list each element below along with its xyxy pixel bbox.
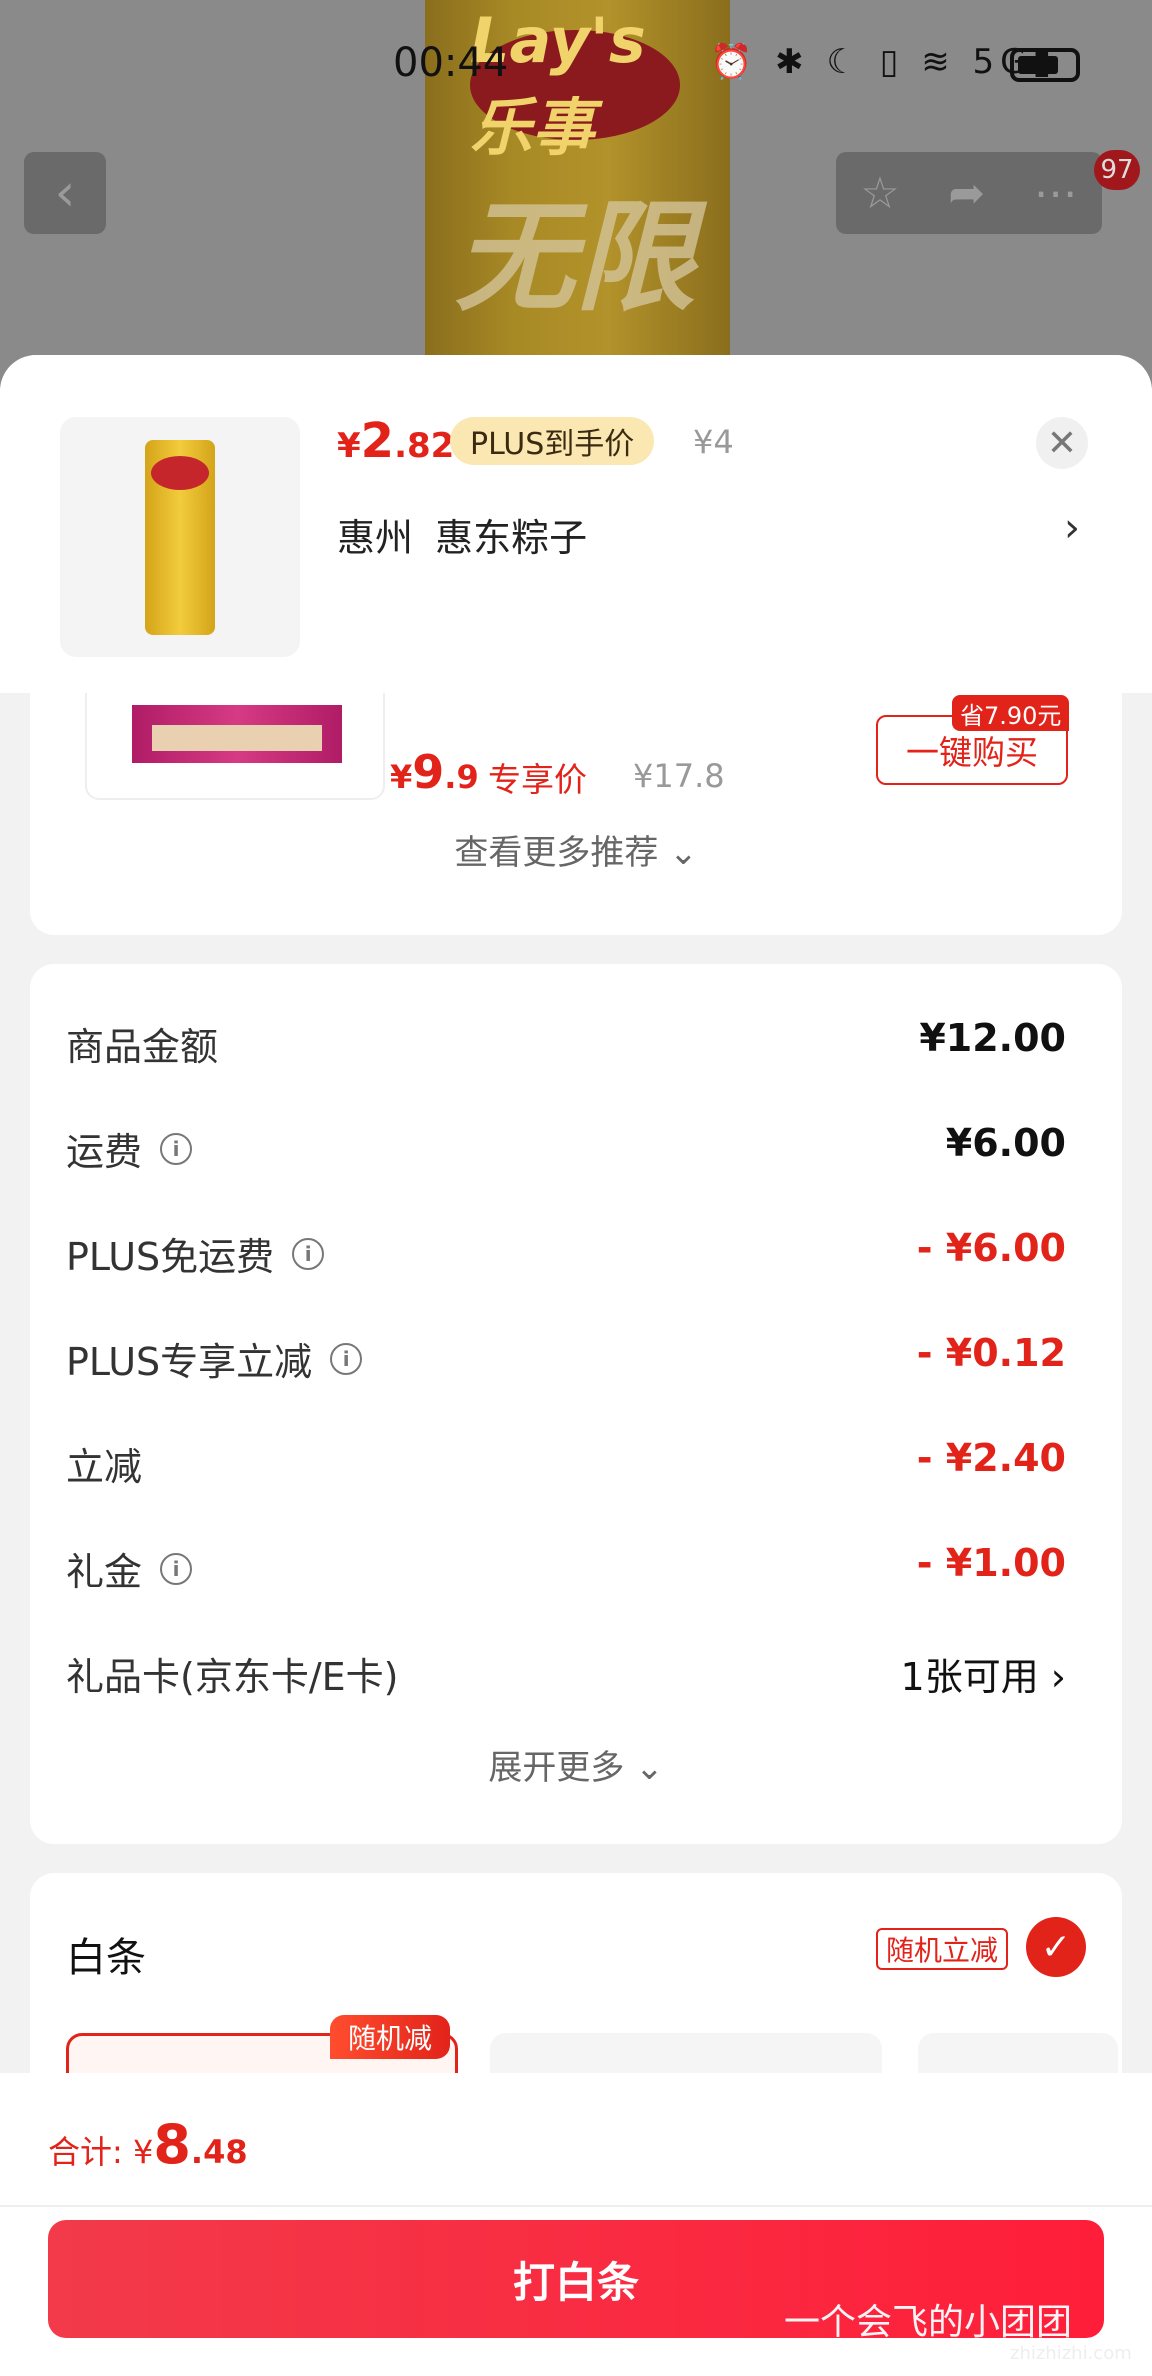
summary-row-gift-card[interactable]: 礼品卡(京东卡/E卡) 1张可用 ›: [66, 1646, 1066, 1706]
recommended-price: ¥9.9: [390, 745, 479, 799]
summary-value: - ¥2.40: [916, 1436, 1066, 1480]
info-icon[interactable]: i: [292, 1237, 325, 1270]
expand-more-label: 展开更多: [488, 1748, 625, 1788]
price-decimal: .82: [394, 426, 455, 466]
chevron-down-icon: ⌄: [635, 1748, 664, 1788]
info-icon[interactable]: i: [160, 1132, 193, 1165]
total-integer: 8: [153, 2113, 191, 2176]
recommended-original-price: ¥17.8: [633, 757, 725, 795]
close-button[interactable]: ✕: [1036, 417, 1088, 469]
summary-label: 立减: [66, 1445, 143, 1489]
price-decimal: .9: [444, 758, 479, 796]
chevron-down-icon: ⌄: [669, 833, 698, 873]
summary-label: PLUS免运费: [66, 1235, 275, 1279]
summary-label: PLUS专享立减: [66, 1340, 313, 1384]
see-more-label: 查看更多推荐: [454, 833, 659, 873]
top-actions[interactable]: ☆ ➦ ⋯: [836, 152, 1102, 234]
currency-symbol: ¥: [132, 2133, 154, 2171]
random-reduce-tag: 随机减: [330, 2015, 451, 2059]
summary-row-plus-free-shipping: PLUS免运费 i - ¥6.00: [66, 1226, 1066, 1286]
more-icon[interactable]: ⋯: [1034, 168, 1078, 219]
baitiao-title: 白条: [66, 1935, 146, 1981]
summary-value: - ¥1.00: [916, 1541, 1066, 1585]
price-summary-card: 商品金额 ¥12.00 运费 i ¥6.00 PLUS免运费 i - ¥6.00 P…: [30, 964, 1122, 1844]
summary-row-gift-money: 礼金 i - ¥1.00: [66, 1541, 1066, 1601]
sheet-header: ¥2.82 PLUS到手价 ¥4 ✕ 惠州 惠东粽子 ›: [0, 355, 1152, 693]
currency-symbol: ¥: [390, 758, 413, 796]
product-name-art: 无限: [455, 189, 695, 328]
cart-badge: 97: [1094, 150, 1140, 190]
chevron-left-icon: ‹: [54, 163, 76, 223]
exclusive-price-label: 专享价: [488, 760, 587, 799]
expand-more-button[interactable]: 展开更多 ⌄: [30, 1740, 1122, 1789]
price-integer: 2: [360, 413, 395, 469]
status-time: 00:44: [393, 40, 509, 86]
watermark: 一个会飞的小团团: [784, 2302, 1073, 2343]
price-integer: 9: [412, 745, 445, 799]
chip-can-image: [145, 439, 215, 635]
baitiao-selected-check[interactable]: ✓: [1026, 1917, 1086, 1977]
battery-icon: [1010, 48, 1080, 82]
chevron-right-icon[interactable]: ›: [1064, 505, 1080, 551]
share-icon[interactable]: ➦: [948, 168, 985, 219]
summary-label: 礼品卡(京东卡/E卡): [66, 1655, 399, 1699]
original-price: ¥4: [693, 423, 734, 461]
plus-price-tag: PLUS到手价: [450, 417, 655, 465]
save-amount-tag: 省7.90元: [952, 695, 1070, 731]
info-icon[interactable]: i: [160, 1552, 193, 1585]
checkout-footer: 合计: ¥8.48 打白条 一个会飞的小团团 zhizhizhi.com: [0, 2073, 1152, 2376]
delivery-address[interactable]: 惠州 惠东粽子: [337, 507, 587, 562]
summary-value: - ¥0.12: [916, 1331, 1066, 1375]
divider: [0, 2205, 1152, 2207]
summary-value: ¥6.00: [945, 1121, 1066, 1165]
watermark-url: zhizhizhi.com: [1010, 2343, 1132, 2364]
summary-row-shipping: 运费 i ¥6.00: [66, 1121, 1066, 1181]
product-price: ¥2.82: [337, 413, 454, 469]
gift-card-available[interactable]: 1张可用 ›: [901, 1646, 1066, 1701]
random-discount-tag: 随机立减: [876, 1928, 1009, 1970]
currency-symbol: ¥: [337, 426, 361, 466]
status-bar: 00:44 ⏰ ✱ ☾ ▯ ≋ 5G▮: [0, 40, 1152, 90]
summary-value: ¥12.00: [919, 1016, 1066, 1060]
recommended-product-image[interactable]: [85, 685, 385, 800]
close-icon: ✕: [1046, 422, 1078, 464]
summary-label: 商品金额: [66, 1025, 219, 1069]
check-icon: ✓: [1040, 1926, 1072, 1968]
total-amount: 合计: ¥8.48: [48, 2113, 248, 2176]
summary-label: 运费: [66, 1130, 143, 1174]
summary-row-instant-discount: 立减 - ¥2.40: [66, 1436, 1066, 1496]
summary-value: - ¥6.00: [916, 1226, 1066, 1270]
summary-row-goods-amount: 商品金额 ¥12.00: [66, 1016, 1066, 1076]
back-button[interactable]: ‹: [24, 152, 106, 234]
summary-label: 礼金: [66, 1550, 143, 1594]
product-thumbnail: [60, 417, 300, 657]
total-label: 合计:: [48, 2133, 133, 2171]
recommended-product-graphic: [132, 705, 342, 763]
see-more-recommendations[interactable]: 查看更多推荐 ⌄: [30, 825, 1122, 874]
status-icons: ⏰ ✱ ☾ ▯ ≋ 5G▮: [710, 42, 1058, 82]
info-icon[interactable]: i: [330, 1342, 363, 1375]
summary-row-plus-discount: PLUS专享立减 i - ¥0.12: [66, 1331, 1066, 1391]
star-icon[interactable]: ☆: [860, 168, 899, 219]
total-decimal: .48: [190, 2133, 248, 2171]
